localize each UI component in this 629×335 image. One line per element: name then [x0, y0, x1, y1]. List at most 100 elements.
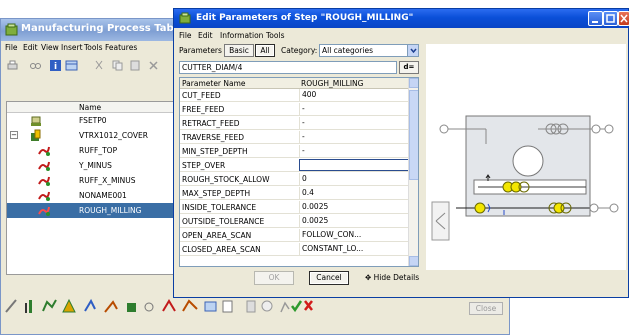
tree-row-rough-milling[interactable]: ROUGH_MILLING [7, 203, 177, 218]
menu-edit[interactable]: Edit [198, 31, 213, 40]
milling-step-icon [38, 176, 50, 186]
dialog-menu-bar: File Edit Information Tools [174, 29, 628, 42]
menu-tools[interactable]: Tools [84, 43, 102, 52]
value-cell[interactable]: - [299, 103, 409, 115]
process-tree: Name FSETP0 − VTRX1012_COVER RUFF_TOP Y_… [6, 101, 178, 275]
menu-file[interactable]: File [5, 43, 18, 52]
copy-icon[interactable] [111, 59, 124, 72]
dialog-title: Edit Parameters of Step "ROUGH_MILLING" [196, 13, 414, 23]
window-title: Manufacturing Process Table [21, 23, 184, 34]
menu-file[interactable]: File [179, 31, 192, 40]
milling-step-icon [38, 206, 50, 216]
close-window-button[interactable] [618, 11, 629, 26]
scrollbar-thumb[interactable] [409, 90, 418, 180]
milling-step-icon [38, 191, 50, 201]
chevron-down-icon[interactable] [407, 45, 418, 56]
parameter-grid: Parameter Name ROUGH_MILLING CUT_FEED 400… [179, 77, 419, 267]
scroll-down-icon[interactable] [409, 256, 418, 266]
app-icon [179, 12, 191, 24]
grid-row[interactable]: OPEN_AREA_SCAN FOLLOW_CON... [180, 229, 410, 242]
app-icon [5, 23, 18, 36]
value-cell[interactable]: 0 [299, 173, 409, 185]
close-icon [620, 14, 628, 23]
grid-row[interactable]: INSIDE_TOLERANCE 0.0025 [180, 201, 410, 214]
value-cell-editing[interactable] [299, 159, 409, 171]
workpiece-icon [31, 129, 41, 141]
table-icon[interactable] [65, 59, 78, 72]
category-value: All categories [322, 46, 373, 55]
category-label: Category: [281, 46, 318, 55]
menu-features[interactable]: Features [105, 43, 137, 52]
tree-header: Name [7, 102, 177, 113]
grid-row[interactable]: ROUGH_STOCK_ALLOW 0 [180, 173, 410, 186]
tree-row-fsetp0[interactable]: FSETP0 [7, 113, 177, 128]
menu-insert[interactable]: Insert [61, 43, 83, 52]
toolpath-schematic [431, 115, 619, 241]
grid-row[interactable]: MIN_STEP_DEPTH - [180, 145, 410, 158]
scroll-up-icon[interactable] [409, 78, 418, 88]
cut-icon[interactable] [93, 59, 106, 72]
grid-row[interactable]: OUTSIDE_TOLERANCE 0.0025 [180, 215, 410, 228]
tree-row-ruff-top[interactable]: RUFF_TOP [7, 143, 177, 158]
tree-row-vtrx1012-cover[interactable]: − VTRX1012_COVER [7, 128, 177, 143]
value-cell[interactable]: - [299, 131, 409, 143]
print-icon[interactable] [6, 59, 19, 72]
grid-row[interactable]: FREE_FEED - [180, 103, 410, 116]
value-cell[interactable]: 0.4 [299, 187, 409, 199]
grid-row[interactable]: CLOSED_AREA_SCAN CONSTANT_LO... [180, 243, 410, 256]
column-parameter-name[interactable]: Parameter Name [182, 79, 246, 88]
menu-tools[interactable]: Tools [266, 31, 284, 40]
formula-input[interactable]: CUTTER_DIAM/4 [179, 61, 397, 74]
tree-row-noname001[interactable]: NONAME001 [7, 188, 177, 203]
find-icon[interactable] [29, 59, 42, 72]
value-cell[interactable]: - [299, 145, 409, 157]
grid-row[interactable]: STEP_OVER [180, 159, 410, 172]
hide-details-button[interactable]: ✥ Hide Details [365, 273, 419, 282]
category-dropdown[interactable]: All categories [319, 44, 419, 57]
minimize-button[interactable] [588, 11, 603, 26]
relation-button[interactable]: d= [399, 61, 419, 74]
value-cell[interactable]: CONSTANT_LO... [299, 243, 409, 255]
tree-row-y-minus[interactable]: Y_MINUS [7, 158, 177, 173]
all-button[interactable]: All [255, 44, 275, 57]
close-button[interactable]: Close [469, 302, 503, 315]
double-arrow-icon: ✥ [365, 273, 374, 282]
paste-icon[interactable] [129, 59, 142, 72]
menu-information[interactable]: Information [220, 31, 263, 40]
cancel-button[interactable]: Cancel [309, 271, 349, 285]
grid-row[interactable]: CUT_FEED 400 [180, 89, 410, 102]
step-preview-diagram [426, 44, 626, 270]
menu-view[interactable]: View [41, 43, 59, 52]
maximize-button[interactable] [603, 11, 618, 26]
milling-step-icon [38, 161, 50, 171]
basic-button[interactable]: Basic [224, 44, 254, 57]
menu-edit[interactable]: Edit [23, 43, 38, 52]
grid-header: Parameter Name ROUGH_MILLING [180, 78, 410, 89]
info-icon[interactable]: i [49, 59, 62, 72]
parameters-filter-row: Parameters Basic All Category: All categ… [179, 44, 419, 58]
column-step-value[interactable]: ROUGH_MILLING [301, 79, 363, 88]
grid-row[interactable]: MAX_STEP_DEPTH 0.4 [180, 187, 410, 200]
value-cell[interactable]: 400 [299, 89, 409, 101]
minimize-icon [592, 21, 598, 23]
value-cell[interactable]: 0.0025 [299, 201, 409, 213]
edit-parameters-dialog: Edit Parameters of Step "ROUGH_MILLING" … [173, 8, 629, 298]
grid-vertical-scrollbar[interactable] [408, 78, 418, 266]
milling-step-icon [38, 146, 50, 156]
value-cell[interactable]: - [299, 117, 409, 129]
tree-column-name[interactable]: Name [79, 103, 101, 112]
collapse-icon[interactable]: − [10, 131, 18, 139]
delete-icon[interactable] [147, 59, 160, 72]
grid-row[interactable]: TRAVERSE_FEED - [180, 131, 410, 144]
ok-button[interactable]: OK [254, 271, 294, 285]
grid-row[interactable]: RETRACT_FEED - [180, 117, 410, 130]
parameters-label: Parameters [179, 46, 222, 55]
step-toolbar-icons[interactable] [3, 297, 313, 315]
dialog-button-row: OK Cancel ✥ Hide Details [174, 271, 628, 287]
dialog-title-bar[interactable]: Edit Parameters of Step "ROUGH_MILLING" [174, 9, 629, 28]
value-cell[interactable]: 0.0025 [299, 215, 409, 227]
svg-text:i: i [54, 62, 57, 72]
value-cell[interactable]: FOLLOW_CON... [299, 229, 409, 241]
fixture-setup-icon [31, 116, 41, 126]
tree-row-ruff-x-minus[interactable]: RUFF_X_MINUS [7, 173, 177, 188]
